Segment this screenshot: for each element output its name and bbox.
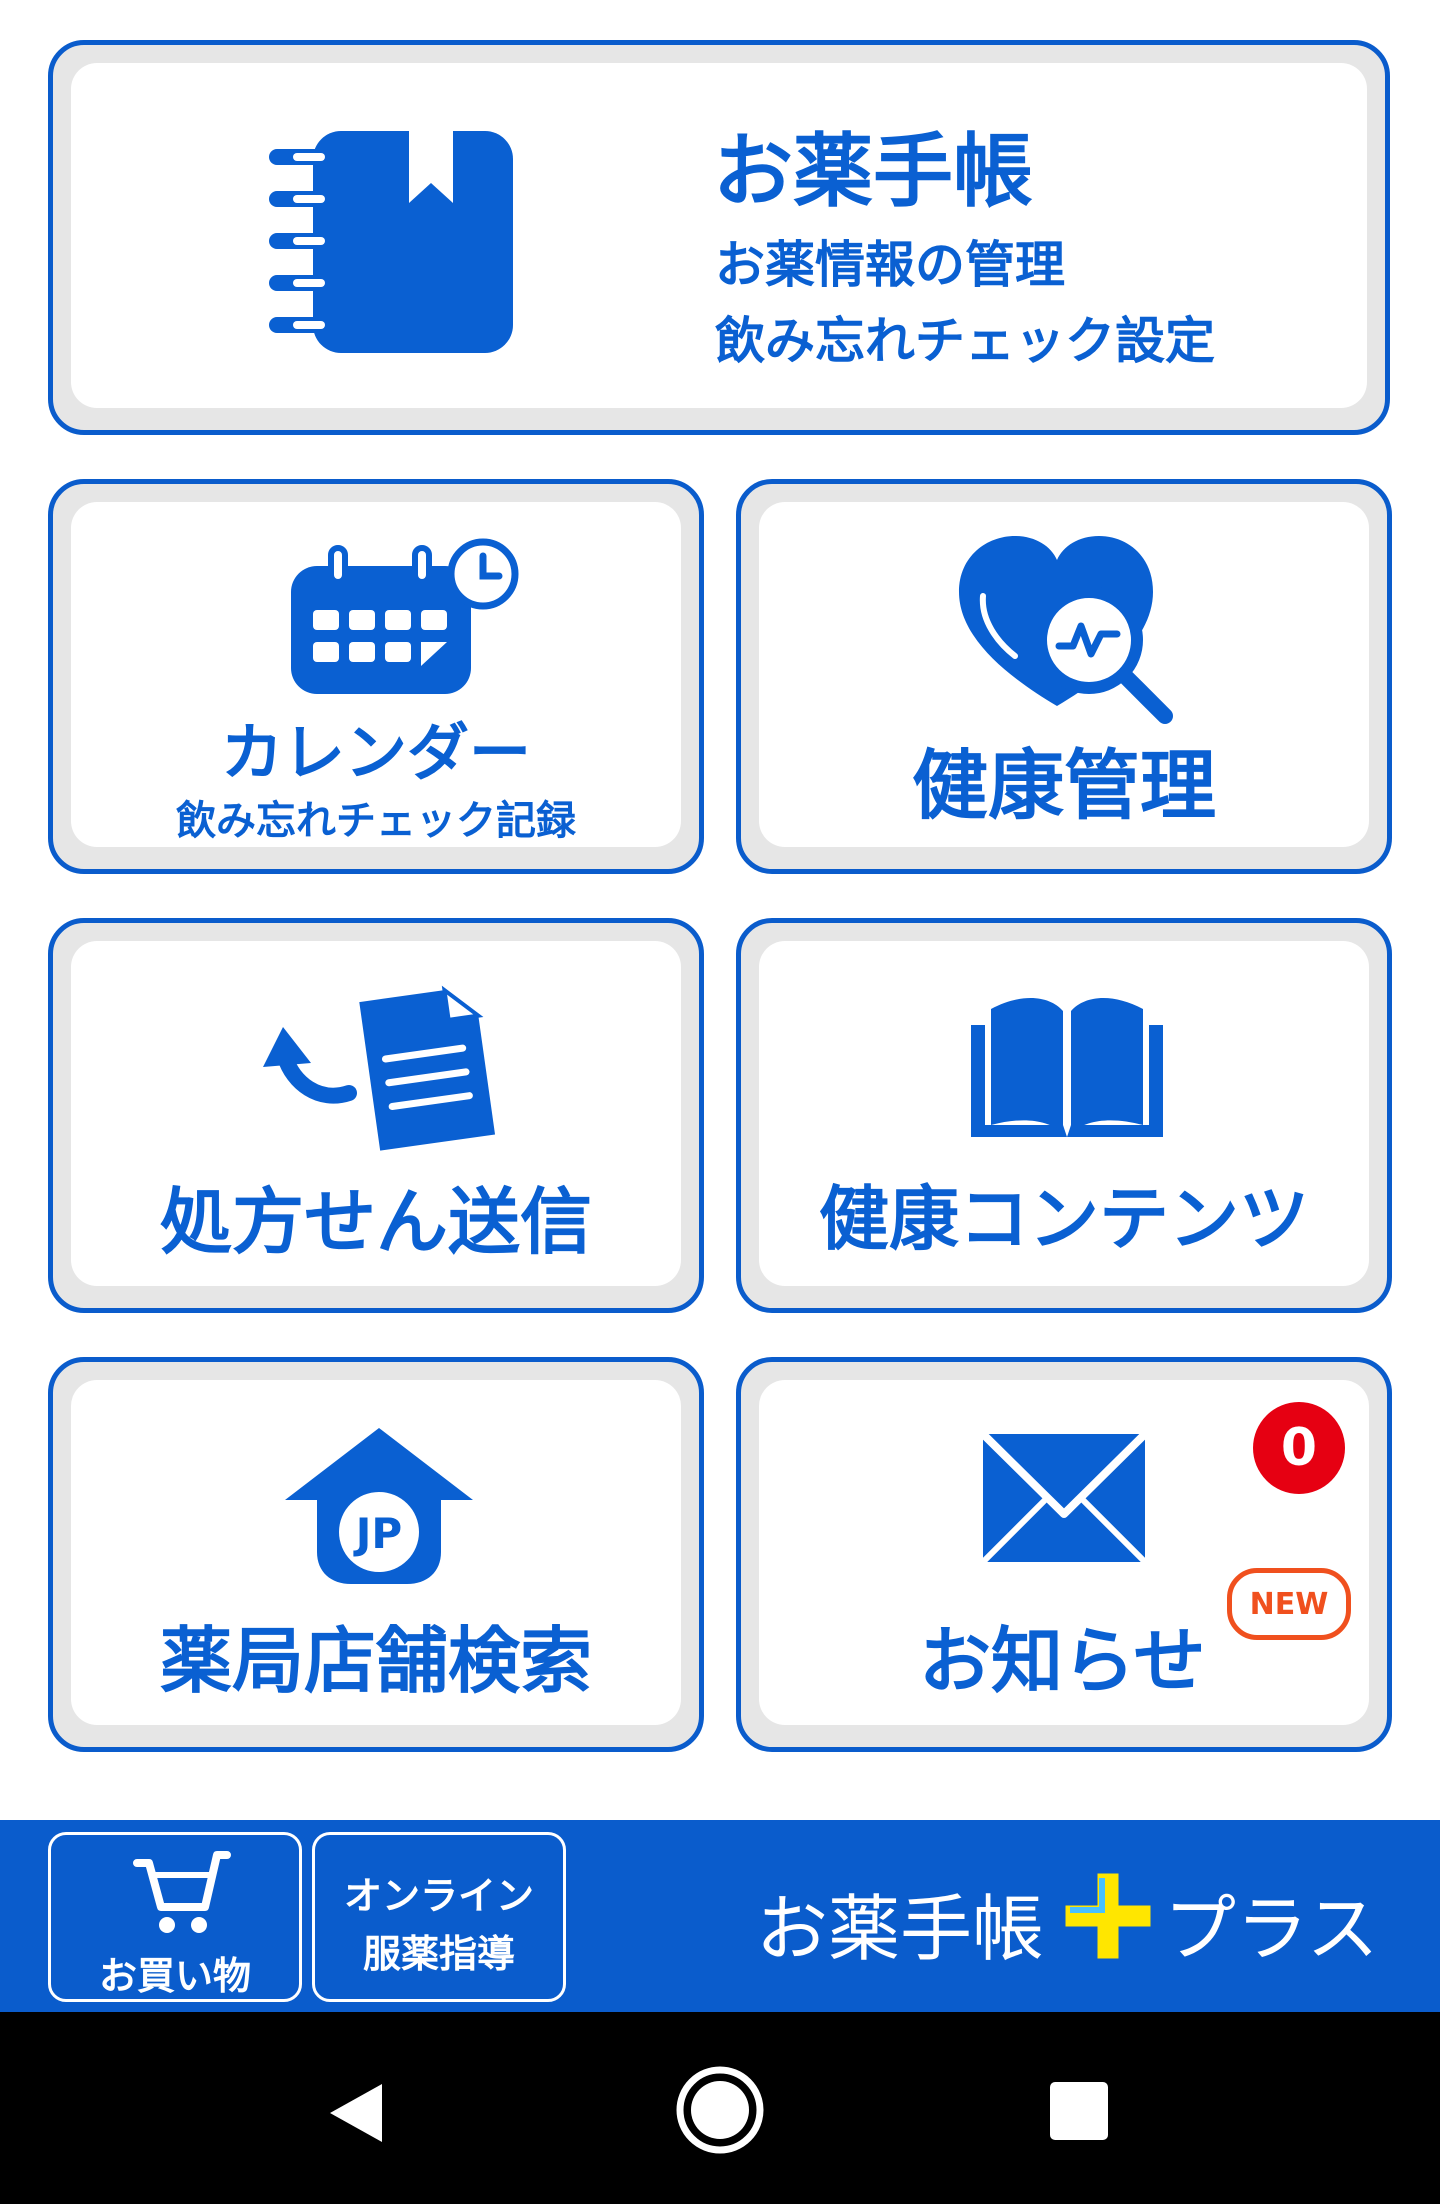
pharmacy-tile[interactable]: JP 薬局店舗検索: [48, 1357, 704, 1752]
new-badge: NEW: [1227, 1568, 1351, 1640]
pharmacy-house-icon: JP: [285, 1428, 473, 1584]
footer-bar: お買い物 オンライン 服薬指導 お薬手帳 プラス: [0, 1820, 1440, 2012]
notebook-line2: 飲み忘れチェック設定: [715, 312, 1215, 370]
prescription-tile[interactable]: 処方せん送信: [48, 918, 704, 1313]
notice-title: お知らせ: [919, 1619, 1206, 1703]
brand-name: お薬手帳: [756, 1887, 1045, 1971]
cart-icon: [133, 1851, 231, 1933]
shopping-button[interactable]: お買い物: [48, 1832, 302, 2002]
document-send-icon: [263, 985, 496, 1151]
notebook-title: お薬手帳: [713, 125, 1033, 218]
calendar-clock-icon: [291, 538, 519, 694]
calendar-title: カレンダー: [220, 716, 531, 789]
home-screen: お薬手帳 お薬情報の管理 飲み忘れチェック設定 カレンダー 飲み忘れチェック記録: [0, 0, 1440, 2204]
calendar-tile[interactable]: カレンダー 飲み忘れチェック記録: [48, 479, 704, 874]
notice-tile[interactable]: 0 NEW お知らせ: [736, 1357, 1392, 1752]
health-title: 健康管理: [912, 741, 1216, 830]
calendar-subtitle: 飲み忘れチェック記録: [176, 798, 576, 844]
online-label-line2: 服薬指導: [362, 1932, 515, 1976]
online-guidance-button[interactable]: オンライン 服薬指導: [312, 1832, 566, 2002]
notebook-icon: [269, 131, 513, 353]
envelope-icon: [980, 1431, 1148, 1565]
heart-magnifier-icon: [959, 536, 1173, 724]
system-nav-bar: [0, 2012, 1440, 2204]
recents-icon[interactable]: [1048, 2080, 1110, 2142]
pharmacy-title: 薬局店舗検索: [159, 1619, 592, 1703]
contents-tile[interactable]: 健康コンテンツ: [736, 918, 1392, 1313]
health-tile[interactable]: 健康管理: [736, 479, 1392, 874]
notebook-tile[interactable]: お薬手帳 お薬情報の管理 飲み忘れチェック設定: [48, 40, 1390, 435]
open-book-icon: [971, 997, 1163, 1137]
svg-text:JP: JP: [353, 1509, 402, 1558]
back-icon[interactable]: [326, 2080, 386, 2146]
brand-suffix: プラス: [1164, 1887, 1379, 1971]
home-icon[interactable]: [674, 2064, 766, 2156]
shopping-label: お買い物: [98, 1954, 251, 1998]
online-label-line1: オンライン: [343, 1874, 534, 1918]
notebook-line1: お薬情報の管理: [715, 236, 1065, 294]
notice-count-badge: 0: [1253, 1402, 1345, 1494]
plus-icon: [1062, 1870, 1154, 1962]
prescription-title: 処方せん送信: [159, 1180, 592, 1264]
contents-title: 健康コンテンツ: [819, 1178, 1309, 1260]
